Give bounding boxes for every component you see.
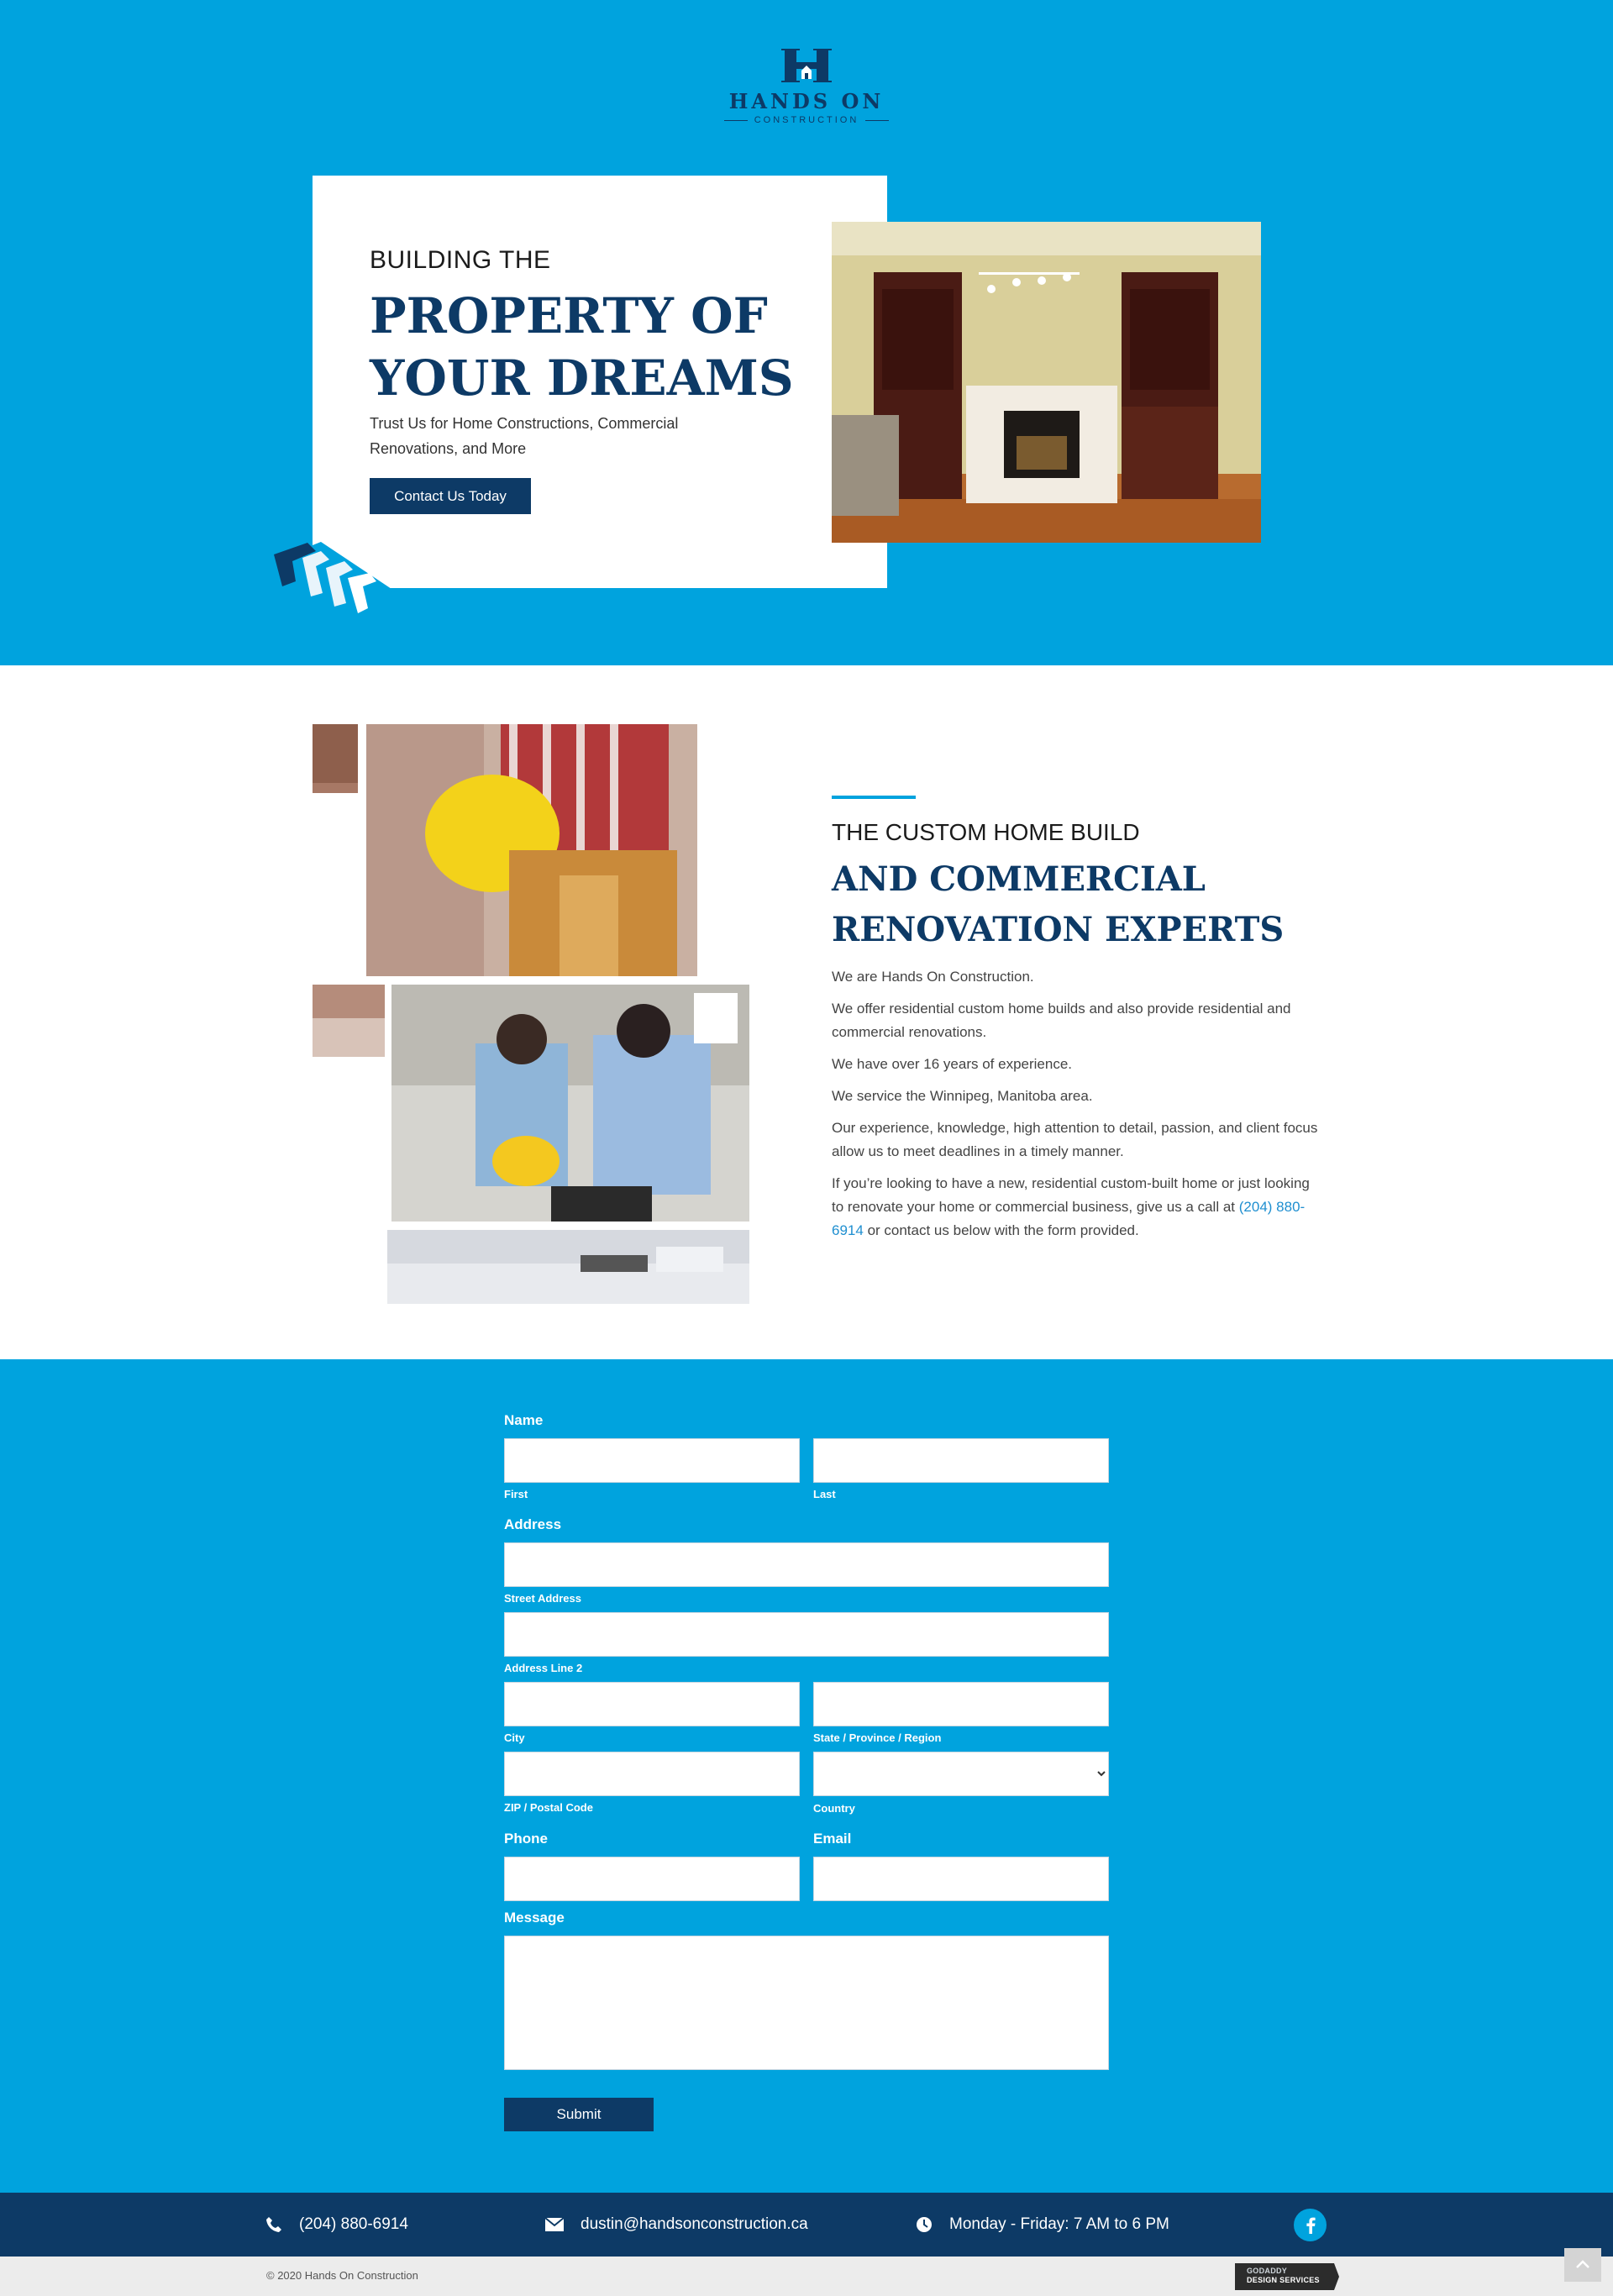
- scroll-to-top-button[interactable]: [1564, 2248, 1601, 2282]
- footer-email[interactable]: dustin@handsonconstruction.ca: [545, 2193, 808, 2257]
- about-kicker: THE CUSTOM HOME BUILD: [832, 819, 1140, 845]
- hero-tagline: Trust Us for Home Constructions, Commerc…: [370, 415, 679, 457]
- phone-icon: [265, 2216, 282, 2233]
- country-select[interactable]: [813, 1752, 1109, 1796]
- about-paragraph-cta: If you’re looking to have a new, residen…: [832, 1175, 1310, 1238]
- chevron-up-icon: [1576, 2257, 1589, 2272]
- about-paragraph: We are Hands On Construction.: [832, 969, 1034, 985]
- godaddy-badge[interactable]: GODADDY DESIGN SERVICES: [1235, 2263, 1339, 2290]
- message-label: Message: [504, 1910, 565, 1926]
- state-label: State / Province / Region: [813, 1731, 942, 1744]
- about-paragraph: We service the Winnipeg, Manitoba area.: [832, 1088, 1093, 1104]
- about-paragraph: Our experience, knowledge, high attentio…: [832, 1120, 1318, 1159]
- about-text: THE CUSTOM HOME BUILD AND COMMERCIAL REN…: [832, 796, 1319, 1251]
- contact-form-section: Name First Last Address Street Address A…: [0, 1359, 1613, 2193]
- zip-input[interactable]: [504, 1752, 800, 1796]
- footer-hours-text: Monday - Friday: 7 AM to 6 PM: [949, 2215, 1169, 2233]
- about-section: THE CUSTOM HOME BUILD AND COMMERCIAL REN…: [0, 665, 1613, 1359]
- accent-rule: [832, 796, 916, 799]
- hero-card: BUILDING THE PROPERTY OF YOUR DREAMS Tru…: [313, 176, 887, 588]
- site-logo[interactable]: HANDS ON CONSTRUCTION: [711, 47, 902, 139]
- about-paragraph: We offer residential custom home builds …: [832, 1001, 1291, 1040]
- engineers-photo: [391, 985, 749, 1222]
- first-label: First: [504, 1488, 528, 1500]
- logo-sub-text: CONSTRUCTION: [711, 115, 902, 125]
- country-dropdown[interactable]: [814, 1752, 1108, 1795]
- envelope-icon: [545, 2218, 564, 2231]
- living-room-photo: [832, 222, 1261, 543]
- address-line2-label: Address Line 2: [504, 1662, 583, 1674]
- submit-button[interactable]: Submit: [504, 2098, 654, 2131]
- footer-email-text: dustin@handsonconstruction.ca: [581, 2215, 808, 2233]
- email-input[interactable]: [813, 1857, 1109, 1901]
- hero-headline: PROPERTY OF YOUR DREAMS: [370, 287, 794, 407]
- phone-input[interactable]: [504, 1857, 800, 1901]
- address-line2-input[interactable]: [504, 1612, 1109, 1657]
- message-textarea[interactable]: [504, 1936, 1109, 2070]
- footer-hours: Monday - Friday: 7 AM to 6 PM: [916, 2193, 1169, 2257]
- city-input[interactable]: [504, 1682, 800, 1726]
- street-address-input[interactable]: [504, 1542, 1109, 1587]
- email-label: Email: [813, 1831, 852, 1847]
- footer-phone[interactable]: (204) 880-6914: [265, 2193, 408, 2257]
- logo-brand-text: HANDS ON: [728, 89, 885, 113]
- clock-icon: [916, 2216, 933, 2233]
- city-label: City: [504, 1731, 525, 1744]
- last-name-input[interactable]: [813, 1438, 1109, 1483]
- facebook-icon[interactable]: [1294, 2209, 1327, 2241]
- hero-kicker: BUILDING THE: [370, 246, 551, 274]
- name-label: Name: [504, 1412, 544, 1428]
- contact-us-button[interactable]: Contact Us Today: [370, 478, 531, 514]
- zip-label: ZIP / Postal Code: [504, 1801, 593, 1814]
- footer-bar: (204) 880-6914 dustin@handsonconstructio…: [0, 2193, 1613, 2257]
- about-headline: AND COMMERCIAL RENOVATION EXPERTS: [832, 859, 1285, 949]
- hard-hat-worker-photo: [366, 724, 697, 976]
- country-label: Country: [813, 1802, 855, 1815]
- house-h-logo-icon: [780, 47, 833, 84]
- collage-tile-brick: [313, 724, 358, 793]
- chevron-arrows-icon: [271, 538, 397, 643]
- street-address-label: Street Address: [504, 1592, 581, 1605]
- photo-collage: [313, 724, 749, 1304]
- last-label: Last: [813, 1488, 836, 1500]
- hero-section: HANDS ON CONSTRUCTION BUILDING THE PROPE…: [0, 0, 1613, 665]
- copyright-text: © 2020 Hands On Construction: [266, 2269, 418, 2282]
- address-label: Address: [504, 1516, 562, 1532]
- phone-label: Phone: [504, 1831, 548, 1847]
- footer-phone-text: (204) 880-6914: [299, 2215, 408, 2233]
- blueprints-photo: [387, 1230, 749, 1304]
- first-name-input[interactable]: [504, 1438, 800, 1483]
- state-input[interactable]: [813, 1682, 1109, 1726]
- bottom-bar: © 2020 Hands On Construction GODADDY DESI…: [0, 2257, 1613, 2296]
- collage-tile-site: [313, 985, 385, 1057]
- about-paragraph: We have over 16 years of experience.: [832, 1056, 1073, 1072]
